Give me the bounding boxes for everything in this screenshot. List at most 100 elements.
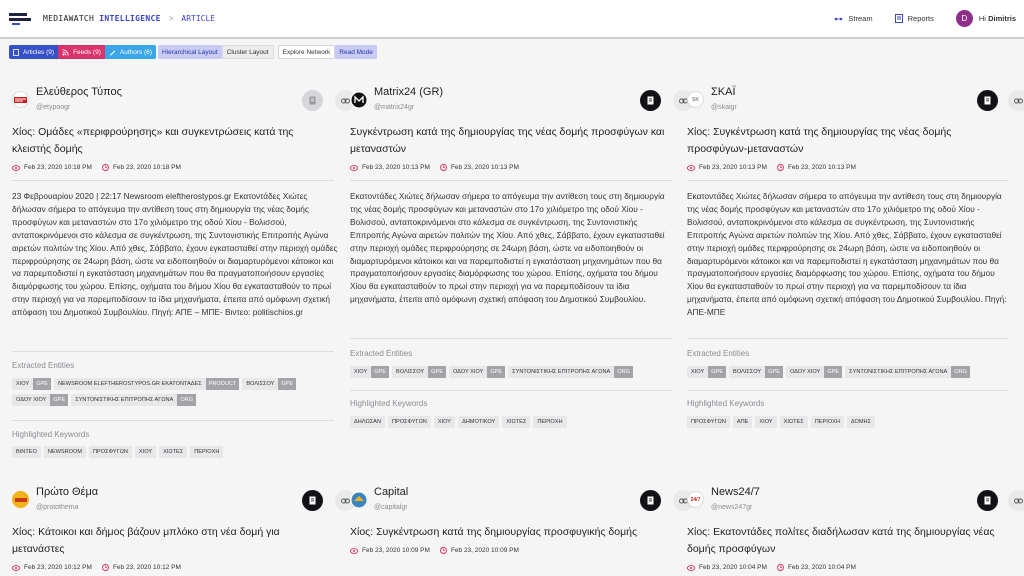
clock-icon <box>439 547 447 554</box>
article-body: 23 Φεβρουαρίου 2020 | 22:17 Newsroom ele… <box>12 191 338 318</box>
article-title[interactable]: Χίος: Συγκέντρωση κατά της δημιουργίας τ… <box>687 124 1007 158</box>
keyword-chip[interactable]: ΠΕΡΙΟΧΗ <box>533 416 567 428</box>
entity-chip[interactable]: ΣΥΝΤΟΝΙΣΤΙΚΗΣ ΕΠΙΤΡΟΠΗΣ ΑΓΩΝΑ ORG <box>508 366 633 378</box>
article-title[interactable]: Χίος: Συγκέντρωση κατά της δημιουργίας π… <box>350 524 670 541</box>
hierarchical-layout-button[interactable]: Hierarchical Layout <box>158 45 222 59</box>
filter-feeds[interactable]: Feeds (9) <box>58 45 105 59</box>
source-name[interactable]: News24/7 <box>711 486 760 498</box>
entity-chip[interactable]: ΧΙΟΥ GPE <box>12 378 52 390</box>
article-title[interactable]: Χίος: Ομάδες «περιφρούρησης» και συγκεντ… <box>12 124 332 158</box>
feed-icon <box>62 48 69 56</box>
entity-chip[interactable]: ΟΔΟΥ ΧΙΟΥ GPE <box>448 366 506 378</box>
article-title[interactable]: Χίος: Εκατοντάδες πολίτες διαδήλωσαν κατ… <box>687 524 1007 558</box>
open-article-button[interactable] <box>977 90 998 111</box>
stream-link[interactable]: Stream <box>834 14 873 23</box>
keyword-chip[interactable]: ΧΙΟΥ <box>755 416 777 428</box>
source-name[interactable]: ΣΚΑΪ <box>711 86 736 98</box>
eye-icon <box>12 164 20 171</box>
document-icon <box>984 496 991 505</box>
date-crawled: Feb 23, 2020 10:18 PM <box>112 164 181 171</box>
keyword-chip[interactable]: ΧΙΩΤΕΣ <box>159 446 188 458</box>
entity-chip[interactable]: ΒΟΛΙΣΣΟΥ GPE <box>392 366 446 378</box>
open-article-button[interactable] <box>977 490 998 511</box>
entity-chip[interactable]: ΒΟΛΙΣΣΟΥ GPE <box>242 378 297 390</box>
keyword-chip[interactable]: ΠΡΟΣΦΥΓΩΝ <box>687 416 730 428</box>
open-article-button[interactable] <box>640 90 661 111</box>
entities-label: Extracted Entities <box>12 361 75 370</box>
article-dates: Feb 23, 2020 10:09 PM Feb 23, 2020 10:09… <box>350 547 529 554</box>
entity-chip[interactable]: ΧΙΟΥ GPE <box>687 366 727 378</box>
keyword-chips: ΠΡΟΣΦΥΓΩΝ ΑΠΕ ΧΙΟΥ ΧΙΩΤΕΣ ΠΕΡΙΟΧΗ ΔΟΜΗΣ <box>687 416 1013 432</box>
entity-chip[interactable]: ΟΔΟΥ ΧΙΟΥ GPE <box>12 394 69 406</box>
source-name[interactable]: Ελεύθερος Τύπος <box>36 86 122 98</box>
date-published: Feb 23, 2020 10:12 PM <box>24 564 92 571</box>
keyword-chip[interactable]: ΧΙΟΥ <box>134 446 157 458</box>
divider <box>350 338 672 339</box>
date-crawled: Feb 23, 2020 10:12 PM <box>112 564 181 571</box>
source-name[interactable]: Πρώτο Θέμα <box>36 486 98 498</box>
eye-icon <box>350 164 358 171</box>
top-bar: MEDIAWATCH INTELLIGENCE > ARTICLE Stream… <box>0 0 1024 39</box>
brand-name[interactable]: MEDIAWATCH INTELLIGENCE <box>43 14 161 23</box>
clock-icon <box>776 564 784 571</box>
entity-chip[interactable]: ΧΙΟΥ GPE <box>350 366 390 378</box>
article-body: Εκατοντάδες Χιώτες δήλωσαν σήμερα το από… <box>350 191 665 305</box>
divider <box>687 180 1009 181</box>
keyword-chip[interactable]: ΠΕΡΙΟΧΗ <box>190 446 224 458</box>
date-crawled: Feb 23, 2020 10:13 PM <box>450 164 519 171</box>
reports-link[interactable]: Reports <box>894 14 934 23</box>
keyword-chip[interactable]: ΠΕΡΙΟΧΗ <box>810 416 844 428</box>
read-mode-button[interactable]: Read Mode <box>335 45 377 59</box>
keyword-chip[interactable]: ΠΡΟΣΦΥΓΩΝ <box>387 416 431 428</box>
copy-link-button[interactable] <box>1008 490 1024 511</box>
article-title[interactable]: Χίος: Κάτοικοι και δήμος βάζουν μπλόκο σ… <box>12 524 332 558</box>
copy-link-button[interactable] <box>1008 90 1024 111</box>
article-title[interactable]: Συγκέντρωση κατά της δημιουργίας της νέα… <box>350 124 670 158</box>
clock-icon <box>439 164 447 171</box>
entity-chip[interactable]: ΟΔΟΥ ΧΙΟΥ GPE <box>785 366 843 378</box>
entity-chip[interactable]: ΣΥΝΤΟΝΙΣΤΙΚΗΣ ΕΠΙΤΡΟΠΗΣ ΑΓΩΝΑ ORG <box>71 394 197 406</box>
eye-icon <box>687 164 695 171</box>
keyword-chip[interactable]: ΔΟΜΗΣ <box>846 416 876 428</box>
cluster-layout-button[interactable]: Cluster Layout <box>221 45 274 59</box>
keyword-chip[interactable]: ΑΠΕ <box>732 416 753 428</box>
date-published: Feb 23, 2020 10:13 PM <box>362 164 430 171</box>
keyword-chip[interactable]: ΧΙΩΤΕΣ <box>779 416 808 428</box>
source-handle: @news247gr <box>711 504 753 511</box>
filter-articles[interactable]: Articles (9) <box>9 45 59 59</box>
article-card: SK ΣΚΑΪ @skaigr Χίος: Συγκέντρωση κατά τ… <box>683 66 1024 436</box>
article-body: Εκατοντάδες Χιώτες δήλωσαν σήμερα το από… <box>687 191 1007 318</box>
document-icon <box>984 96 991 105</box>
open-article-button[interactable] <box>302 490 323 511</box>
keyword-chips: ΒΙΝΤΕΟ NEWSROOM ΠΡΟΣΦΥΓΩΝ ΧΙΟΥ ΧΙΩΤΕΣ ΠΕ… <box>12 446 338 462</box>
source-name[interactable]: Capital <box>374 486 408 498</box>
keyword-chip[interactable]: NEWSROOM <box>43 446 87 458</box>
article-dates: Feb 23, 2020 10:18 PM Feb 23, 2020 10:18… <box>12 164 191 171</box>
stream-icon <box>835 17 843 20</box>
keyword-chip[interactable]: ΠΡΟΣΦΥΓΩΝ <box>89 446 132 458</box>
source-logo <box>12 491 29 508</box>
entity-chip[interactable]: ΒΟΛΙΣΣΟΥ GPE <box>729 366 783 378</box>
document-icon <box>309 496 316 505</box>
entity-chip[interactable]: NEWSROOM ELEFTHEROSTYPOS.GR ΕΚΑΤΟΝΤΑΔΕΣ P… <box>54 378 240 390</box>
open-article-button[interactable] <box>302 90 323 111</box>
keyword-chips: ΔΗΛΩΣΑΝ ΠΡΟΣΦΥΓΩΝ ΧΙΟΥ ΔΗΜΟΤΙΚΟΥ ΧΙΩΤΕΣ … <box>350 416 676 432</box>
keyword-chip[interactable]: ΒΙΝΤΕΟ <box>12 446 41 458</box>
source-name[interactable]: Matrix24 (GR) <box>374 86 443 98</box>
keyword-chip[interactable]: ΧΙΟΥ <box>433 416 456 428</box>
filter-authors[interactable]: Authors (6) <box>104 45 157 59</box>
app-logo[interactable] <box>9 12 31 26</box>
open-article-button[interactable] <box>640 490 661 511</box>
keyword-chip[interactable]: ΔΗΜΟΤΙΚΟΥ <box>458 416 500 428</box>
breadcrumb-article[interactable]: ARTICLE <box>181 14 215 23</box>
avatar[interactable]: D <box>955 10 973 27</box>
keyword-chip[interactable]: ΔΗΛΩΣΑΝ <box>350 416 385 428</box>
explore-network-button[interactable]: Explore Network <box>277 45 336 59</box>
source-handle: @skaigr <box>711 104 737 111</box>
source-handle: @etypoogr <box>36 104 71 111</box>
keyword-chip[interactable]: ΧΙΩΤΕΣ <box>502 416 531 428</box>
article-grid: Ελεύθερος Τύπος @etypoogr Χίος: Ομάδες «… <box>0 66 1024 576</box>
article-dates: Feb 23, 2020 10:13 PM Feb 23, 2020 10:13… <box>350 164 529 171</box>
reports-icon <box>894 14 903 23</box>
entity-chip[interactable]: ΣΥΝΤΟΝΙΣΤΙΚΗΣ ΕΠΙΤΡΟΠΗΣ ΑΓΩΝΑ ORG <box>845 366 970 378</box>
